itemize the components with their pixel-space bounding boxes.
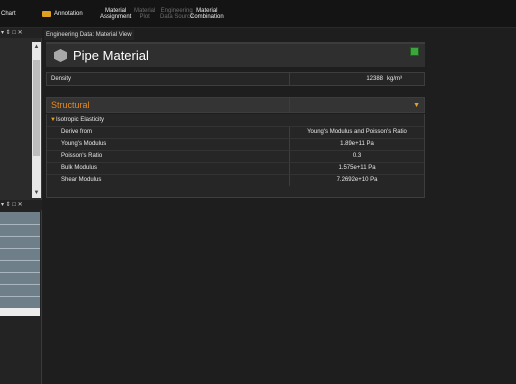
property-row-derive-from[interactable]: Derive from Young's Modulus and Poisson'… <box>47 126 424 138</box>
left-bottom-pane-header[interactable]: ▾ ⇕ □ ✕ <box>0 200 42 210</box>
annotation-button[interactable]: Annotation <box>42 0 83 28</box>
structural-label: Structural <box>51 100 90 110</box>
density-row[interactable]: Density 12388 kg/m³ <box>46 72 425 86</box>
scroll-down-icon[interactable]: ▼ <box>32 188 41 198</box>
annotation-icon <box>42 11 51 17</box>
property-value[interactable]: Young's Modulus and Poisson's Ratio <box>290 127 424 138</box>
property-label: Poisson's Ratio <box>61 153 103 159</box>
annotation-label: Annotation <box>54 11 83 17</box>
property-row-shear-modulus[interactable]: Shear Modulus 7.2692e+10 Pa <box>47 174 424 186</box>
material-assignment-button[interactable]: Material Assignment <box>100 0 131 28</box>
material-combination-line2: Combination <box>190 14 224 20</box>
material-combination-button[interactable]: Material Combination <box>190 0 224 28</box>
group-label: Isotropic Elasticity <box>56 117 105 123</box>
left-top-scrollbar[interactable]: ▲ ▼ <box>32 42 41 198</box>
isotropic-elasticity-group[interactable]: ▼ Isotropic Elasticity <box>47 114 424 126</box>
property-value[interactable]: 7.2692e+10 Pa <box>290 175 424 186</box>
density-label: Density <box>51 76 72 82</box>
engineering-data-source-button: Engineering Data Source <box>160 0 193 28</box>
property-value[interactable]: 1.575e+11 Pa <box>290 163 424 174</box>
scrollbar-thumb[interactable] <box>33 60 40 156</box>
density-value[interactable]: 12388 <box>289 73 383 85</box>
table-input-cell[interactable] <box>0 308 40 316</box>
property-value[interactable]: 1.89e+11 Pa <box>290 139 424 150</box>
document-tab[interactable]: Engineering Data: Material View <box>44 30 134 40</box>
property-row-youngs-modulus[interactable]: Young's Modulus 1.89e+11 Pa <box>47 138 424 150</box>
chevron-down-icon[interactable]: ▼ <box>413 98 420 113</box>
left-top-pane-header[interactable]: ▾ ⇕ □ ✕ <box>0 28 42 38</box>
structural-section-header[interactable]: Structural ▼ <box>46 97 425 113</box>
property-label: Derive from <box>61 129 93 135</box>
material-plot-line2: Plot <box>139 14 150 20</box>
material-name: Pipe Material <box>73 48 149 63</box>
table-sheet[interactable] <box>0 212 40 308</box>
material-assignment-line2: Assignment <box>100 14 132 20</box>
toolbar: Chart Annotation Material Assignment Mat… <box>0 0 516 28</box>
cube-icon <box>54 49 67 62</box>
property-label: Bulk Modulus <box>61 165 98 171</box>
column-divider <box>289 98 290 113</box>
engineering-data-source-line2: Data Source <box>160 14 194 20</box>
property-row-bulk-modulus[interactable]: Bulk Modulus 1.575e+11 Pa <box>47 162 424 174</box>
scroll-up-icon[interactable]: ▲ <box>32 42 41 52</box>
left-top-pane: ▾ ⇕ □ ✕ ▲ ▼ <box>0 28 42 200</box>
material-view-panel <box>44 41 516 384</box>
property-label: Shear Modulus <box>61 177 102 183</box>
material-library-icon[interactable] <box>410 47 419 56</box>
property-label: Young's Modulus <box>61 141 107 147</box>
material-title-bar: Pipe Material <box>46 42 425 67</box>
density-unit: kg/m³ <box>387 76 402 82</box>
property-grid: ▼ Isotropic Elasticity Derive from Young… <box>46 114 425 198</box>
chart-label: Chart <box>1 11 16 17</box>
left-bottom-pane: ▾ ⇕ □ ✕ <box>0 200 42 384</box>
property-row-poissons-ratio[interactable]: Poisson's Ratio 0.3 <box>47 150 424 162</box>
chart-tab[interactable]: Chart <box>1 0 16 28</box>
property-value[interactable]: 0.3 <box>290 151 424 162</box>
material-plot-button: Material Plot <box>134 0 155 28</box>
